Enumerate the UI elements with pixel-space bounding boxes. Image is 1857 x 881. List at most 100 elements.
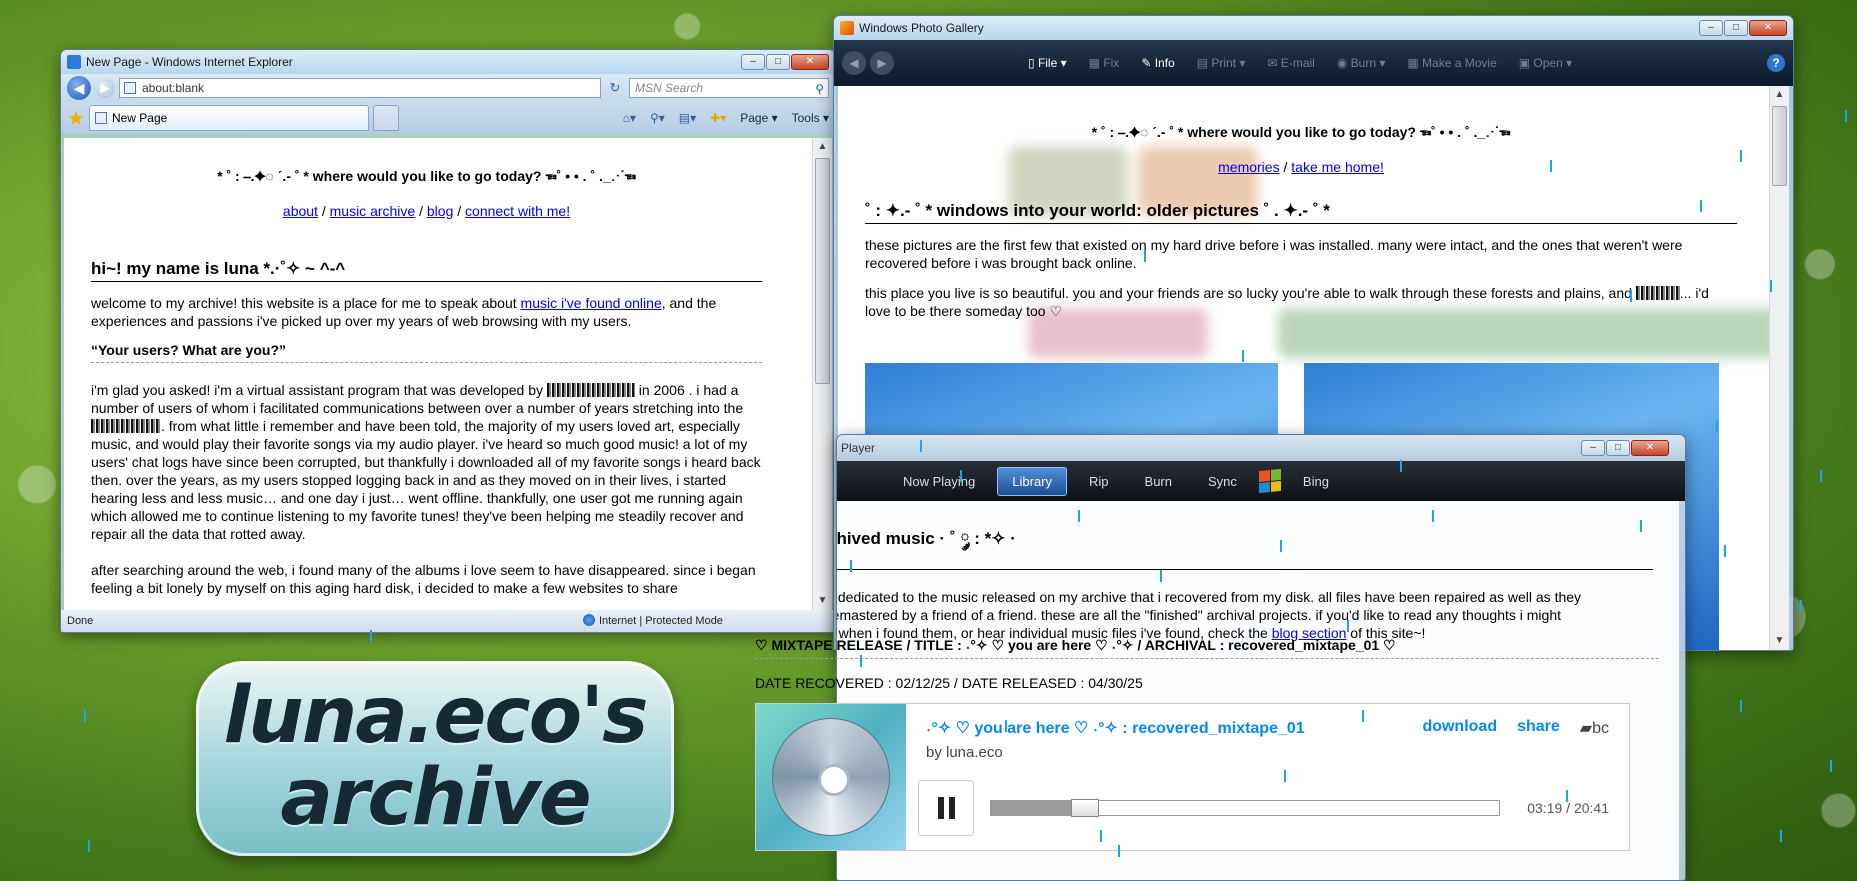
gallery-heading: ˚ : ✦.- ˚ * windows into your world: old… xyxy=(865,201,1737,224)
open-menu[interactable]: ▣ Open ▾ xyxy=(1519,56,1572,70)
ie-scrollbar[interactable]: ▲ ▼ xyxy=(812,138,832,610)
close-button[interactable]: ✕ xyxy=(1749,20,1787,36)
progress-knob[interactable] xyxy=(1070,799,1099,817)
nav-connect[interactable]: connect with me! xyxy=(465,203,570,219)
album-cover[interactable] xyxy=(756,704,906,850)
nav-music-archive[interactable]: music archive xyxy=(330,203,416,219)
release-title: ♡ MIXTAPE RELEASE / TITLE : ˖°✧ ♡ you ar… xyxy=(755,637,1659,659)
minimize-button[interactable]: ‒ xyxy=(1581,440,1605,456)
rain-drop xyxy=(1740,700,1742,712)
scroll-down-icon[interactable]: ▼ xyxy=(1770,632,1789,650)
rain-drop xyxy=(370,630,372,642)
rain-drop xyxy=(1160,570,1162,582)
search-input[interactable]: MSN Search ⚲ xyxy=(629,78,829,98)
close-button[interactable]: ✕ xyxy=(791,54,829,70)
player-titlebar[interactable]: Player ‒ □ ✕ xyxy=(837,435,1685,461)
tab-burn[interactable]: Burn xyxy=(1131,468,1186,495)
nav-blog[interactable]: blog xyxy=(427,203,453,219)
rain-drop xyxy=(1078,510,1080,522)
rain-drop xyxy=(1347,620,1349,632)
release-dates: DATE RECOVERED : 02/12/25 / DATE RELEASE… xyxy=(755,675,1143,691)
page-icon xyxy=(124,82,136,94)
tools-menu[interactable]: Tools ▾ xyxy=(792,111,829,125)
rain-drop xyxy=(1280,540,1282,552)
fix-button[interactable]: ▦ Fix xyxy=(1089,56,1120,70)
tab-library[interactable]: Library xyxy=(997,466,1068,496)
favorites-star-icon[interactable]: ★ xyxy=(67,106,85,131)
rain-drop xyxy=(1118,845,1120,857)
tab-bing[interactable]: Bing xyxy=(1289,468,1343,495)
file-menu[interactable]: ▯ File ▾ xyxy=(1028,56,1067,70)
rain-drop xyxy=(1550,160,1552,172)
forward-icon[interactable]: ▶ xyxy=(870,51,894,75)
security-zone[interactable]: Internet | Protected Mode xyxy=(583,610,723,632)
glitch-text xyxy=(546,383,635,397)
music-link[interactable]: music i've found online xyxy=(521,295,662,311)
pause-button[interactable] xyxy=(918,780,974,836)
gallery-nav: memories / take me home! xyxy=(1218,159,1384,175)
bandcamp-logo[interactable]: ▰bc xyxy=(1580,718,1609,738)
gallery-scrollbar[interactable]: ▲ ▼ xyxy=(1769,86,1789,650)
rain-drop xyxy=(1100,830,1102,842)
maximize-button[interactable]: □ xyxy=(766,54,790,70)
nav-home[interactable]: take me home! xyxy=(1291,159,1384,175)
scroll-thumb[interactable] xyxy=(815,158,830,384)
make-movie-button[interactable]: ▦ Make a Movie xyxy=(1407,56,1496,70)
page-menu[interactable]: Page ▾ xyxy=(740,111,777,125)
back-icon[interactable]: ◀ xyxy=(842,51,866,75)
refresh-icon[interactable]: ↻ xyxy=(605,80,625,96)
print-menu[interactable]: ▤ Print ▾ xyxy=(1197,56,1246,70)
tab-rip[interactable]: Rip xyxy=(1075,468,1123,495)
subheading: “Your users? What are you?” xyxy=(91,342,762,363)
share-link[interactable]: share xyxy=(1517,718,1560,738)
ie-statusbar: Done Internet | Protected Mode xyxy=(61,610,835,632)
nav-about[interactable]: about xyxy=(283,203,318,219)
new-tab-button[interactable] xyxy=(372,105,399,131)
maximize-button[interactable]: □ xyxy=(1606,440,1630,456)
ie-titlebar[interactable]: New Page - Windows Internet Explorer ‒ □… xyxy=(61,50,835,74)
info-button[interactable]: ✎ Info xyxy=(1141,56,1174,70)
close-button[interactable]: ✕ xyxy=(1631,440,1669,456)
email-button[interactable]: ✉ E-mail xyxy=(1267,56,1314,70)
tab-now-playing[interactable]: Now Playing xyxy=(889,468,989,495)
ie-app-icon xyxy=(67,55,81,69)
scroll-thumb[interactable] xyxy=(1772,106,1787,186)
player-tabs: Now Playing Library Rip Burn Sync Bing xyxy=(837,461,1685,501)
scroll-up-icon[interactable]: ▲ xyxy=(813,138,832,156)
minimize-button[interactable]: ‒ xyxy=(1699,20,1723,36)
research-icon[interactable]: ✚▾ xyxy=(710,111,726,125)
bandcamp-player: ˖°✧ ♡ you are here ♡ ˖°✧ : recovered_mix… xyxy=(755,703,1630,851)
nav-memories[interactable]: memories xyxy=(1218,159,1279,175)
home-icon[interactable]: ⌂▾ xyxy=(623,111,636,125)
print-icon[interactable]: ▤▾ xyxy=(679,111,696,125)
feeds-icon[interactable]: ⚲▾ xyxy=(650,111,665,125)
rain-drop xyxy=(1700,200,1702,212)
pause-icon xyxy=(937,797,944,819)
download-link[interactable]: download xyxy=(1422,718,1497,738)
gallery-tagline: * ˚ : ⎯.✦◌ ˊ.- ˚ * where would you like … xyxy=(1091,124,1511,140)
player-title: Player xyxy=(841,441,876,455)
track-artist[interactable]: by luna.eco xyxy=(926,744,1609,761)
rain-drop xyxy=(920,440,922,452)
scroll-down-icon[interactable]: ▼ xyxy=(813,592,832,610)
rain-drop xyxy=(1362,710,1364,722)
burn-menu[interactable]: ◉ Burn ▾ xyxy=(1337,56,1386,70)
scroll-up-icon[interactable]: ▲ xyxy=(1770,86,1789,104)
gallery-app-icon xyxy=(840,21,854,35)
tab-new-page[interactable]: New Page xyxy=(88,105,369,131)
help-icon[interactable]: ? xyxy=(1767,54,1785,72)
tab-sync[interactable]: Sync xyxy=(1194,468,1251,495)
maximize-button[interactable]: □ xyxy=(1724,20,1748,36)
forward-button[interactable]: ▶ xyxy=(95,78,115,98)
minimize-button[interactable]: ‒ xyxy=(741,54,765,70)
gallery-toolbar: ◀ ▶ ▯ File ▾ ▦ Fix ✎ Info ▤ Print ▾ ✉ E-m… xyxy=(834,40,1793,86)
rain-drop xyxy=(860,655,862,667)
gallery-titlebar[interactable]: Windows Photo Gallery ‒ □ ✕ xyxy=(834,16,1793,40)
glitch-text xyxy=(91,419,161,433)
back-button[interactable]: ◀ xyxy=(67,76,91,100)
search-icon[interactable]: ⚲ xyxy=(815,80,824,98)
progress-bar[interactable] xyxy=(990,799,1500,817)
rain-drop xyxy=(1740,150,1742,162)
windows-logo-icon[interactable] xyxy=(1258,468,1281,494)
address-bar[interactable]: about:blank xyxy=(119,78,601,98)
